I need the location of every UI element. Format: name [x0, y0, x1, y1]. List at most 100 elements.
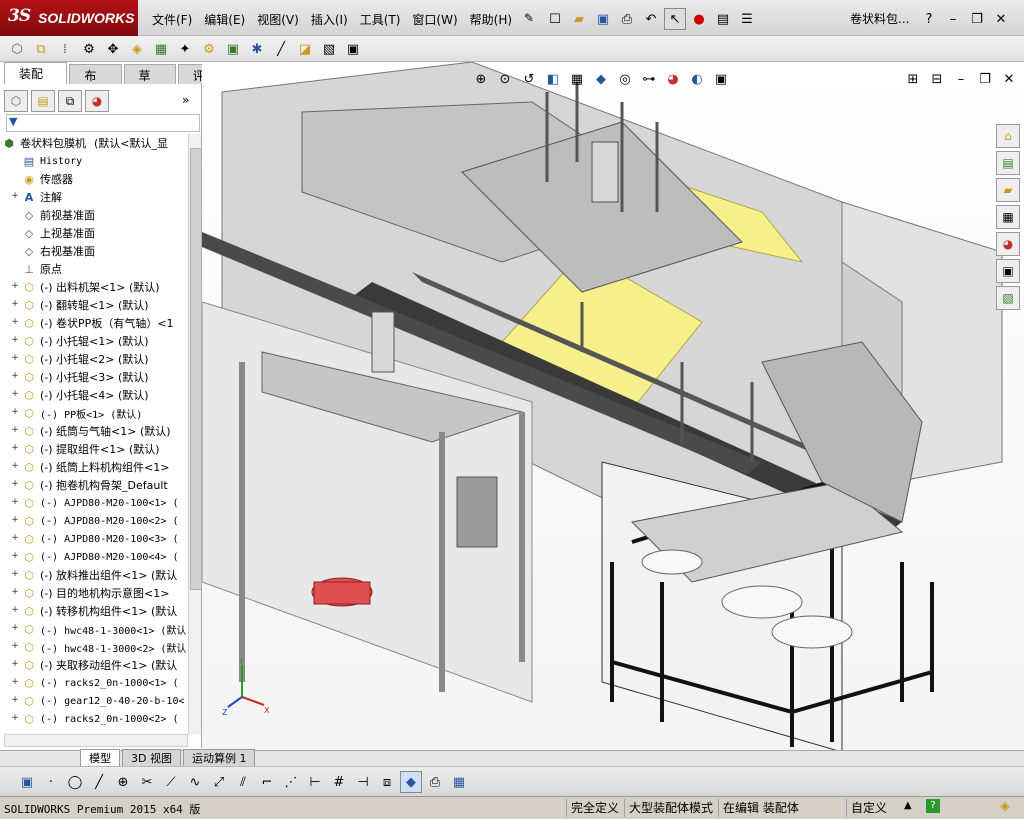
- tree-item[interactable]: + ⬡ (-) AJPD80-M20-100<1> (: [2, 494, 188, 512]
- quick-tips-icon[interactable]: ?: [926, 799, 940, 813]
- line-icon[interactable]: ╱: [88, 771, 110, 793]
- tree-item[interactable]: + A 注解: [2, 188, 188, 206]
- tree-item[interactable]: + ⬡ (-) 小托辊<3> (默认): [2, 368, 188, 386]
- menu-insert[interactable]: 插入(I): [305, 9, 354, 30]
- offset-icon[interactable]: ⫽: [232, 771, 254, 793]
- centerline-icon[interactable]: ⟋: [160, 771, 182, 793]
- forum-icon[interactable]: ▧: [996, 286, 1020, 310]
- tree-item[interactable]: + ⬡ (-) racks2_0n-1000<1> (: [2, 674, 188, 692]
- tree-item[interactable]: + ⬡ (-) racks2_0n-1000<2> (: [2, 710, 188, 728]
- expand-icon[interactable]: +: [10, 462, 20, 472]
- tree-item[interactable]: + ⬡ (-) 放料推出组件<1> (默认: [2, 566, 188, 584]
- menu-file[interactable]: 文件(F): [146, 9, 198, 30]
- grid-icon[interactable]: #: [328, 771, 350, 793]
- tree-item[interactable]: + ⬡ (-) 小托辊<4> (默认): [2, 386, 188, 404]
- point-icon[interactable]: ·: [40, 771, 62, 793]
- corner-icon[interactable]: ⌐: [256, 771, 278, 793]
- expand-icon[interactable]: +: [10, 588, 20, 598]
- expand-icon[interactable]: +: [10, 282, 20, 292]
- tree-item[interactable]: + ⬡ (-) 纸筒上料机构组件<1>: [2, 458, 188, 476]
- units-selector[interactable]: 自定义: [846, 799, 891, 817]
- tree-vertical-scrollbar[interactable]: [188, 134, 202, 734]
- dimension-icon[interactable]: ⊢: [304, 771, 326, 793]
- expand-icon[interactable]: +: [10, 318, 20, 328]
- tree-item[interactable]: + ⬡ (-) 出料机架<1> (默认): [2, 278, 188, 296]
- bill-of-materials-icon[interactable]: ▣: [222, 38, 244, 60]
- expand-icon[interactable]: +: [10, 678, 20, 688]
- zoom-area-icon[interactable]: ⊙: [494, 68, 516, 90]
- tree-item[interactable]: + ⬡ (-) 纸筒与气轴<1> (默认): [2, 422, 188, 440]
- instant3d-icon[interactable]: ◪: [294, 38, 316, 60]
- appearances-icon[interactable]: ◕: [996, 232, 1020, 256]
- extend-icon[interactable]: ⤢: [208, 771, 230, 793]
- pin-icon[interactable]: ✎: [518, 9, 540, 30]
- insert-component-icon[interactable]: ⬡: [6, 38, 28, 60]
- expand-panel-icon[interactable]: »: [182, 93, 189, 107]
- expand-icon[interactable]: +: [10, 390, 20, 400]
- display-style-icon[interactable]: ◎: [614, 68, 636, 90]
- tree-item[interactable]: ◉ 传感器: [2, 170, 188, 188]
- design-library-icon[interactable]: ▤: [996, 151, 1020, 175]
- expand-icon[interactable]: +: [10, 480, 20, 490]
- move-component-icon[interactable]: ✥: [102, 38, 124, 60]
- construction-icon[interactable]: ⋰: [280, 771, 302, 793]
- custom-properties-icon[interactable]: ▣: [996, 259, 1020, 283]
- expand-icon[interactable]: +: [10, 498, 20, 508]
- tab-model[interactable]: 模型: [80, 749, 120, 766]
- tree-item[interactable]: + ⬡ (-) 目的地机构示意图<1>: [2, 584, 188, 602]
- tree-item[interactable]: + ⬡ (-) 转移机构组件<1> (默认: [2, 602, 188, 620]
- expand-icon[interactable]: +: [10, 534, 20, 544]
- tree-item[interactable]: + ⬡ (-) hwc48-1-3000<1> (默认: [2, 620, 188, 638]
- expand-icon[interactable]: +: [10, 354, 20, 364]
- expand-icon[interactable]: +: [10, 192, 20, 202]
- minimize-icon[interactable]: –: [942, 8, 964, 30]
- tree-item[interactable]: + ⬡ (-) 抱卷机构骨架_Default: [2, 476, 188, 494]
- expand-icon[interactable]: +: [10, 606, 20, 616]
- menu-help[interactable]: 帮助(H): [464, 9, 518, 30]
- mirror-icon[interactable]: ⊣: [352, 771, 374, 793]
- camera-icon[interactable]: ⎙: [424, 771, 446, 793]
- sketch-save-icon[interactable]: ▣: [16, 771, 38, 793]
- scroll-thumb[interactable]: [190, 148, 202, 590]
- tree-item[interactable]: + ⬡ (-) 小托辊<2> (默认): [2, 350, 188, 368]
- close-icon[interactable]: ✕: [990, 8, 1012, 30]
- menu-tools[interactable]: 工具(T): [354, 9, 407, 30]
- apply-scene-icon[interactable]: ◐: [686, 68, 708, 90]
- tree-item[interactable]: ◇ 上视基准面: [2, 224, 188, 242]
- graphics-area[interactable]: ⊕ ⊙ ↺ ◧ ▦ ◆ ◎ ⊶ ◕ ◐ ▣ ⊞ ⊟ – ❐ ✕ Y X Z: [202, 62, 1024, 750]
- rebuild-icon[interactable]: ●: [688, 8, 710, 30]
- split-view-2-icon[interactable]: ⊟: [926, 68, 948, 90]
- display-manager-icon[interactable]: ◕: [85, 90, 109, 112]
- menu-window[interactable]: 窗口(W): [406, 9, 463, 30]
- explode-line-icon[interactable]: ╱: [270, 38, 292, 60]
- trim-icon[interactable]: ✂: [136, 771, 158, 793]
- configuration-manager-icon[interactable]: ⧉: [58, 90, 82, 112]
- viewport-close-icon[interactable]: ✕: [998, 68, 1020, 90]
- previous-view-icon[interactable]: ↺: [518, 68, 540, 90]
- expand-icon[interactable]: +: [10, 444, 20, 454]
- tree-item[interactable]: + ⬡ (-) 提取组件<1> (默认): [2, 440, 188, 458]
- help-icon[interactable]: ?: [918, 8, 940, 30]
- tree-item[interactable]: + ⬡ (-) 夹取移动组件<1> (默认: [2, 656, 188, 674]
- units-dropdown-icon[interactable]: ▲: [904, 800, 912, 811]
- tree-item[interactable]: + ⬡ (-) 小托辊<1> (默认): [2, 332, 188, 350]
- file-explorer-icon[interactable]: ▰: [996, 178, 1020, 202]
- section-view-icon[interactable]: ◧: [542, 68, 564, 90]
- expand-icon[interactable]: +: [10, 426, 20, 436]
- smart-fasteners-icon[interactable]: ⚙: [78, 38, 100, 60]
- hide-show-icon[interactable]: ⊶: [638, 68, 660, 90]
- property-manager-icon[interactable]: ▤: [31, 90, 55, 112]
- restore-icon[interactable]: ❐: [966, 8, 988, 30]
- select-icon[interactable]: ↖: [664, 8, 686, 30]
- tree-item[interactable]: + ⬡ (-) gear12_0-40-20-b-10<: [2, 692, 188, 710]
- expand-icon[interactable]: +: [10, 696, 20, 706]
- expand-icon[interactable]: +: [10, 642, 20, 652]
- expand-icon[interactable]: +: [10, 408, 20, 418]
- centerpoint-icon[interactable]: ⊕: [112, 771, 134, 793]
- expand-icon[interactable]: +: [10, 372, 20, 382]
- save-icon[interactable]: ▣: [592, 8, 614, 30]
- dynamic-annotation-icon[interactable]: ▦: [566, 68, 588, 90]
- spline-icon[interactable]: ∿: [184, 771, 206, 793]
- tree-item[interactable]: + ⬡ (-) AJPD80-M20-100<2> (: [2, 512, 188, 530]
- tree-horizontal-scrollbar[interactable]: [4, 734, 188, 747]
